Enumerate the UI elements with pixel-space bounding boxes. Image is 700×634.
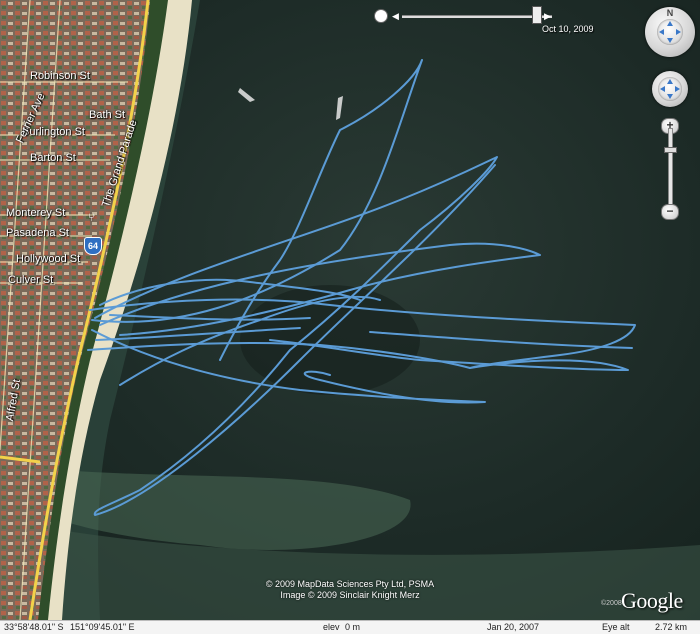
- logo-copyright-year: ©2008: [601, 600, 622, 607]
- status-imagery-date: Jan 20, 2007: [487, 622, 540, 632]
- move-up-arrow-icon[interactable]: [667, 79, 673, 84]
- look-up-arrow-icon[interactable]: [667, 21, 673, 26]
- move-joystick-center[interactable]: [658, 77, 682, 101]
- satellite-imagery: [0, 0, 700, 620]
- attribution-line-1: © 2009 MapData Sciences Pty Ltd, PSMA: [265, 579, 435, 589]
- time-slider-track[interactable]: [402, 15, 552, 18]
- move-right-arrow-icon[interactable]: [675, 86, 680, 92]
- route-shield-number: 64: [87, 241, 98, 251]
- attribution-line-2: Image © 2009 Sinclair Knight Merz: [280, 590, 420, 600]
- map-view[interactable]: Robinson St Bath St Burlington St Barton…: [0, 0, 700, 620]
- look-compass[interactable]: N: [645, 7, 695, 57]
- restaurant-icon[interactable]: ⑂: [88, 212, 96, 224]
- status-bar: 33°58'48.01" S 151°09'45.01" E elev 0 m …: [0, 620, 700, 634]
- street-label-pasadena: Pasadena St: [6, 227, 69, 239]
- street-label-bath: Bath St: [89, 109, 126, 121]
- clock-icon[interactable]: [374, 9, 388, 23]
- look-right-arrow-icon[interactable]: [676, 29, 681, 35]
- slider-left-arrow-icon[interactable]: ◀: [392, 11, 399, 22]
- street-label-robinson: Robinson St: [30, 70, 90, 82]
- status-elev-value: 0 m: [345, 622, 361, 632]
- look-left-arrow-icon[interactable]: [659, 29, 664, 35]
- move-down-arrow-icon[interactable]: [667, 94, 673, 99]
- status-latitude: 33°58'48.01" S: [4, 622, 64, 632]
- move-left-arrow-icon[interactable]: [660, 86, 665, 92]
- status-eye-alt-value: 2.72 km: [655, 622, 688, 632]
- look-down-arrow-icon[interactable]: [667, 38, 673, 43]
- time-slider[interactable]: ◀ ▶ Oct 10, 2009: [372, 4, 594, 34]
- street-label-monterey: Monterey St: [6, 207, 66, 219]
- move-joystick[interactable]: [652, 71, 688, 107]
- time-slider-thumb[interactable]: [532, 6, 542, 24]
- street-label-barton: Barton St: [30, 152, 76, 164]
- zoom-thumb[interactable]: [664, 147, 677, 154]
- status-eye-alt-label: Eye alt: [602, 622, 630, 632]
- route-shield: 64: [84, 237, 102, 255]
- time-slider-date: Oct 10, 2009: [542, 24, 594, 34]
- status-longitude: 151°09'45.01" E: [70, 622, 135, 632]
- google-logo: Google: [621, 588, 683, 613]
- status-elev-label: elev: [323, 622, 340, 632]
- street-label-hollywood: Hollywood St: [16, 253, 81, 265]
- slider-right-arrow-icon[interactable]: ▶: [544, 11, 551, 22]
- street-label-culver: Culver St: [8, 274, 54, 286]
- zoom-out-button[interactable]: −: [661, 204, 679, 220]
- look-joystick[interactable]: [657, 19, 683, 45]
- zoom-track[interactable]: [668, 128, 673, 212]
- zoom-slider[interactable]: + −: [661, 118, 679, 220]
- north-label[interactable]: N: [667, 8, 674, 18]
